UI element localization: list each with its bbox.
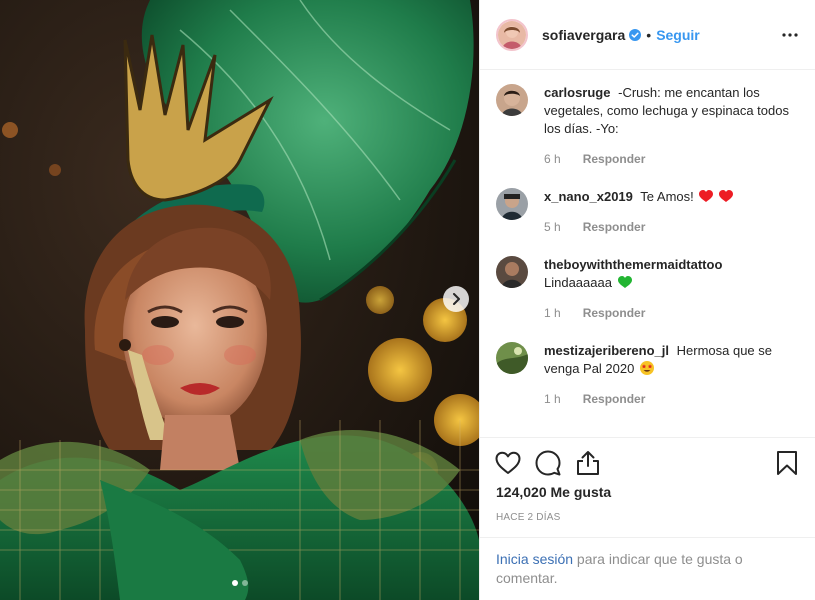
header-separator: • [646,26,652,43]
commenter-username[interactable]: theboywiththemermaidtattoo [544,257,722,272]
post-timestamp[interactable]: HACE 2 DÍAS [488,500,807,537]
post-sidebar: sofiavergara • Seguir carlosruge -Crush:… [479,0,815,600]
bookmark-icon [777,451,797,475]
login-prompt: Inicia sesión para indicar que te gusta … [480,537,815,600]
author-avatar[interactable] [496,18,528,51]
commenter-username[interactable]: mestizajeribereno_jl [544,343,669,358]
comment-text: x_nano_x2019 Te Amos! [544,188,799,206]
comment-item: theboywiththemermaidtattoo Lindaaaaaa 1 … [480,256,815,320]
reply-button[interactable]: Responder [583,152,646,166]
post-header: sofiavergara • Seguir [480,0,815,70]
carousel-indicator [0,580,479,586]
chevron-right-icon [453,293,460,305]
instagram-post: sofiavergara • Seguir carlosruge -Crush:… [0,0,815,600]
verified-badge-icon [629,28,642,41]
commenter-avatar[interactable] [496,84,528,116]
follow-button[interactable]: Seguir [656,27,700,43]
comment-text: carlosruge -Crush: me encantan los veget… [544,84,799,138]
commenter-avatar[interactable] [496,188,528,220]
carousel-dot-active [231,580,238,586]
reply-button[interactable]: Responder [583,392,646,406]
commenter-username[interactable]: x_nano_x2019 [544,189,633,204]
commenter-username[interactable]: carlosruge [544,85,610,100]
star-struck-face-emoji [639,361,654,375]
comment-body: Lindaaaaaa [544,275,612,290]
comment-button[interactable] [528,445,568,481]
login-link[interactable]: Inicia sesión [496,551,573,567]
comment-meta: 5 h Responder [544,220,799,234]
more-options-button[interactable] [781,26,799,44]
commenter-avatar[interactable] [496,256,528,288]
red-heart-emoji [719,190,734,202]
carousel-dot [241,580,248,586]
red-heart-emoji [699,190,714,202]
comment-item: mestizajeribereno_jl Hermosa que se veng… [480,342,815,406]
author-username[interactable]: sofiavergara [542,27,625,43]
like-count[interactable]: 124,020 Me gusta [488,482,807,500]
comment-time[interactable]: 1 h [544,392,561,406]
comment-time[interactable]: 6 h [544,152,561,166]
comment-text: mestizajeribereno_jl Hermosa que se veng… [544,342,799,378]
comment-item: carlosruge -Crush: me encantan los veget… [480,84,815,166]
post-photo [0,0,479,600]
reply-button[interactable]: Responder [583,306,646,320]
comment-meta: 1 h Responder [544,306,799,320]
comment-body: Te Amos! [640,189,694,204]
post-media[interactable] [0,0,479,600]
post-actions: 124,020 Me gusta HACE 2 DÍAS [480,437,815,537]
like-button[interactable] [488,445,528,481]
heart-icon [495,451,521,474]
share-icon [577,451,599,475]
comment-item: x_nano_x2019 Te Amos! 5 h Responder [480,188,815,234]
comment-time[interactable]: 5 h [544,220,561,234]
share-button[interactable] [568,445,608,481]
next-image-button[interactable] [443,286,469,312]
green-heart-emoji [617,276,632,288]
comment-text: theboywiththemermaidtattoo Lindaaaaaa [544,256,799,292]
comment-meta: 1 h Responder [544,392,799,406]
comment-meta: 6 h Responder [544,152,799,166]
comment-time[interactable]: 1 h [544,306,561,320]
more-options-icon [782,32,798,37]
comments-list: carlosruge -Crush: me encantan los veget… [480,70,815,437]
save-button[interactable] [767,445,807,481]
commenter-avatar[interactable] [496,342,528,374]
comment-icon [535,450,561,476]
reply-button[interactable]: Responder [583,220,646,234]
